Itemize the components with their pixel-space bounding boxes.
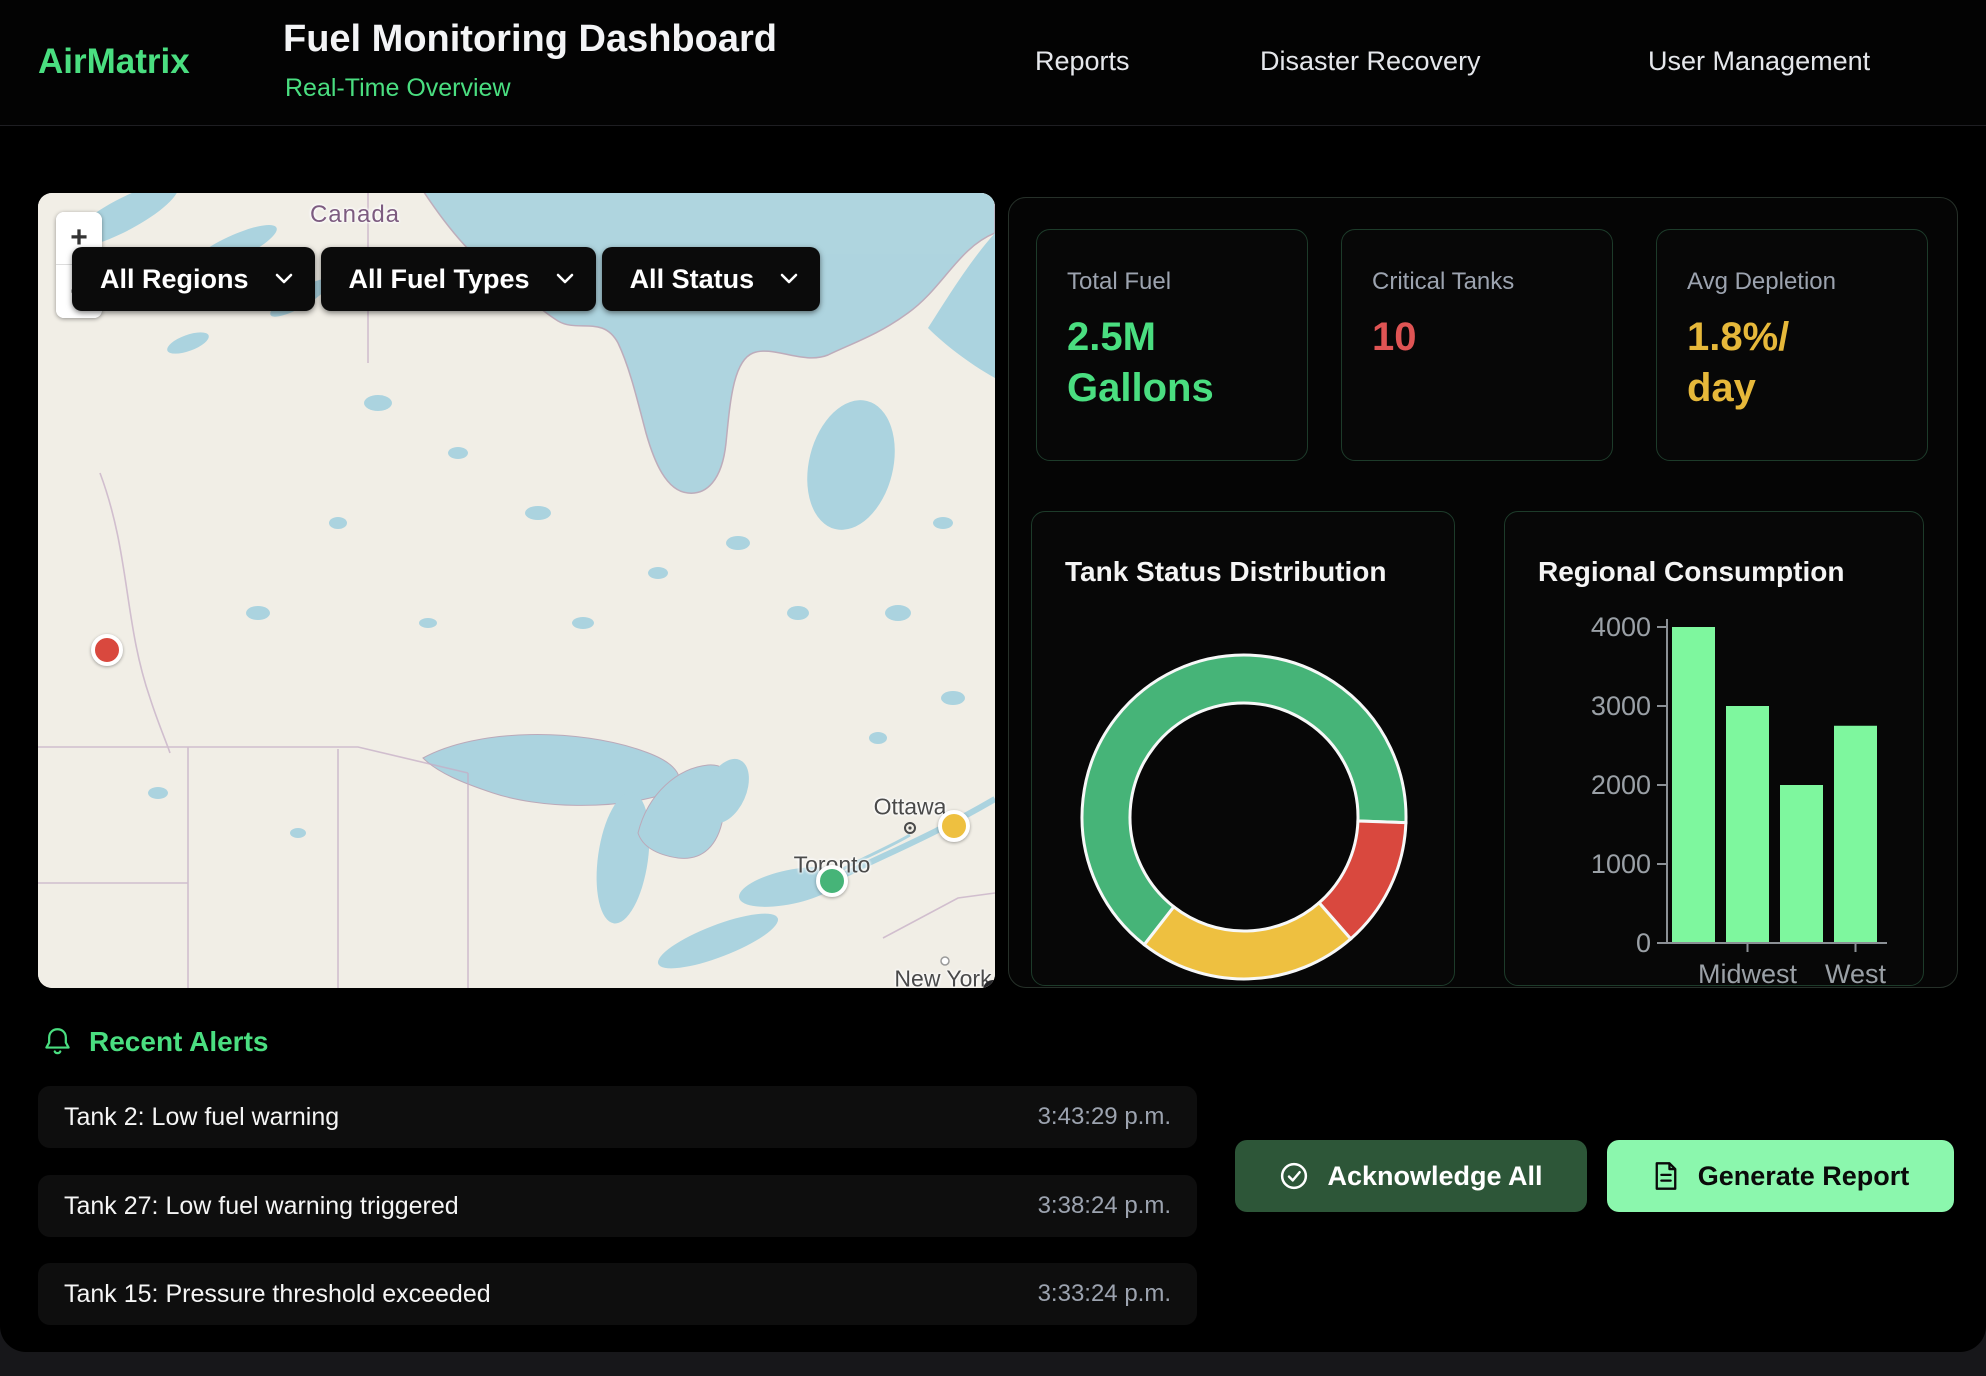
svg-text:0: 0	[1636, 928, 1651, 958]
kpi-critical-tanks: Critical Tanks 10	[1341, 229, 1613, 461]
nav-reports[interactable]: Reports	[1035, 46, 1130, 77]
alert-time: 3:38:24 p.m.	[1038, 1192, 1171, 1220]
tank-status-donut-chart	[1032, 512, 1456, 987]
bar-region-3	[1834, 726, 1877, 943]
kpi-value: 2.5MGallons	[1067, 312, 1277, 414]
region-filter-dropdown[interactable]: All Regions	[72, 247, 315, 311]
kpi-value: 1.8%/day	[1687, 312, 1897, 414]
header: AirMatrix Fuel Monitoring Dashboard Real…	[0, 0, 1986, 126]
status-filter-dropdown[interactable]: All Status	[602, 247, 821, 311]
alert-row: Tank 2: Low fuel warning 3:43:29 p.m.	[38, 1086, 1197, 1148]
generate-report-button[interactable]: Generate Report	[1607, 1140, 1954, 1212]
alert-time: 3:43:29 p.m.	[1038, 1103, 1171, 1131]
kpi-title: Critical Tanks	[1372, 268, 1582, 296]
page-subtitle: Real-Time Overview	[285, 74, 511, 103]
generate-report-label: Generate Report	[1698, 1161, 1910, 1192]
nav-disaster-recovery[interactable]: Disaster Recovery	[1260, 46, 1481, 77]
document-icon	[1652, 1161, 1680, 1191]
alert-text: Tank 27: Low fuel warning triggered	[64, 1192, 459, 1221]
nav-user-management[interactable]: User Management	[1648, 46, 1870, 77]
alert-row: Tank 15: Pressure threshold exceeded 3:3…	[38, 1263, 1197, 1325]
map-label-new-york: New York	[894, 966, 991, 989]
bar-region-2	[1780, 785, 1823, 943]
bar-region-0	[1672, 627, 1715, 943]
kpi-title: Avg Depletion	[1687, 268, 1897, 296]
bell-icon	[44, 1027, 71, 1057]
svg-text:1000: 1000	[1591, 849, 1651, 879]
fuel-type-filter-dropdown[interactable]: All Fuel Types	[321, 247, 596, 311]
bar-region-1	[1726, 706, 1769, 943]
svg-text:Midwest: Midwest	[1698, 959, 1798, 987]
svg-text:West: West	[1825, 959, 1887, 987]
page-title: Fuel Monitoring Dashboard	[283, 18, 777, 61]
check-circle-icon	[1279, 1161, 1309, 1191]
alert-row: Tank 27: Low fuel warning triggered 3:38…	[38, 1175, 1197, 1237]
kpi-title: Total Fuel	[1067, 268, 1277, 296]
chevron-down-icon	[556, 273, 574, 285]
recent-alerts-title: Recent Alerts	[89, 1026, 268, 1058]
kpi-total-fuel: Total Fuel 2.5MGallons	[1036, 229, 1308, 461]
chevron-down-icon	[275, 273, 293, 285]
svg-text:2000: 2000	[1591, 770, 1651, 800]
region-filter-value: All Regions	[100, 264, 249, 295]
map-canvas[interactable]: + − All Regions All Fuel Types All Statu…	[38, 193, 995, 988]
status-filter-value: All Status	[630, 264, 755, 295]
alert-time: 3:33:24 p.m.	[1038, 1280, 1171, 1308]
fuel-type-filter-value: All Fuel Types	[349, 264, 530, 295]
chevron-down-icon	[780, 273, 798, 285]
svg-text:3000: 3000	[1591, 691, 1651, 721]
app-window: AirMatrix Fuel Monitoring Dashboard Real…	[0, 0, 1986, 1352]
tank-status-chart-panel: Tank Status Distribution	[1031, 511, 1455, 986]
fuel-monitoring-dashboard: AirMatrix Fuel Monitoring Dashboard Real…	[0, 0, 1986, 1376]
regional-consumption-bar-chart: 0 1000 2000 3000 4000 Midwest West	[1505, 512, 1925, 987]
map-filters: All Regions All Fuel Types All Status	[72, 247, 820, 311]
alert-text: Tank 2: Low fuel warning	[64, 1103, 339, 1132]
kpi-avg-depletion: Avg Depletion 1.8%/day	[1656, 229, 1928, 461]
map-label-ottawa: Ottawa	[874, 794, 947, 821]
recent-alerts-heading: Recent Alerts	[44, 1026, 268, 1058]
alert-text: Tank 15: Pressure threshold exceeded	[64, 1280, 491, 1309]
acknowledge-all-button[interactable]: Acknowledge All	[1235, 1140, 1587, 1212]
tank-marker-warning[interactable]	[938, 810, 970, 842]
tank-marker-normal[interactable]	[816, 865, 848, 897]
map-label-canada: Canada	[310, 201, 400, 229]
metrics-panel: Total Fuel 2.5MGallons Critical Tanks 10…	[1008, 197, 1958, 988]
svg-text:4000: 4000	[1591, 612, 1651, 642]
brand-logo: AirMatrix	[38, 42, 190, 82]
donut-segment-warning	[1144, 903, 1350, 979]
kpi-value: 10	[1372, 312, 1582, 363]
acknowledge-all-label: Acknowledge All	[1327, 1161, 1542, 1192]
regional-consumption-chart-panel: Regional Consumption 01000200030004000Mi…	[1504, 511, 1924, 986]
tank-marker-critical[interactable]	[91, 634, 123, 666]
